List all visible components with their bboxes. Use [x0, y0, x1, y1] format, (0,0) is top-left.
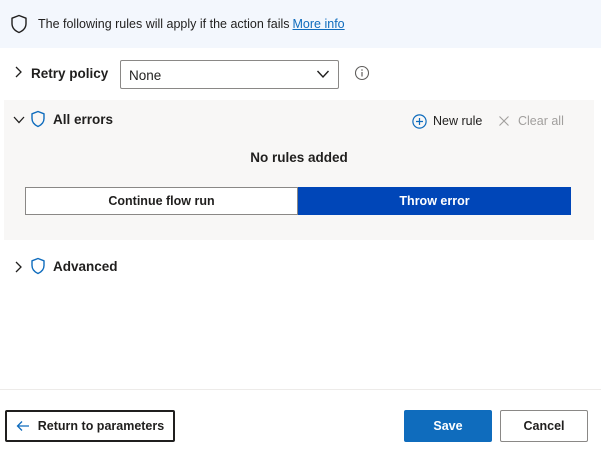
shield-icon: [31, 257, 45, 275]
footer-divider: [0, 389, 601, 390]
add-circle-icon: [412, 113, 427, 129]
new-rule-label: New rule: [433, 114, 483, 128]
retry-policy-value: None: [129, 68, 162, 83]
retry-policy-label: Retry policy: [31, 66, 109, 81]
error-action-toggle: Continue flow run Throw error: [25, 187, 571, 215]
all-errors-panel: All errors New rule Clear all No rules a…: [4, 100, 594, 240]
arrow-left-icon: [16, 421, 29, 431]
more-info-link[interactable]: More info: [293, 17, 345, 31]
info-bar: The following rules will apply if the ac…: [0, 0, 601, 48]
close-icon: [499, 116, 509, 126]
all-errors-title: All errors: [53, 112, 114, 127]
clear-all-label: Clear all: [518, 114, 564, 128]
return-to-parameters-button[interactable]: Return to parameters: [5, 410, 175, 442]
shield-icon: [31, 110, 45, 128]
new-rule-button[interactable]: New rule: [412, 112, 482, 130]
advanced-row: Advanced: [0, 256, 601, 278]
info-message: The following rules will apply if the ac…: [38, 17, 290, 31]
info-text: The following rules will apply if the ac…: [38, 17, 345, 31]
return-label: Return to parameters: [37, 419, 165, 433]
throw-error-option[interactable]: Throw error: [298, 187, 571, 215]
clear-all-button[interactable]: Clear all: [498, 112, 564, 130]
chevron-down-icon: [316, 70, 330, 79]
info-icon[interactable]: [354, 65, 370, 81]
cancel-button[interactable]: Cancel: [500, 410, 588, 442]
save-button[interactable]: Save: [404, 410, 492, 442]
chevron-right-icon[interactable]: [12, 65, 24, 79]
continue-flow-run-option[interactable]: Continue flow run: [25, 187, 298, 215]
shield-icon: [11, 14, 27, 34]
retry-policy-select[interactable]: None: [120, 60, 339, 89]
chevron-right-icon[interactable]: [12, 260, 24, 274]
chevron-down-icon[interactable]: [12, 114, 26, 126]
advanced-label: Advanced: [53, 259, 118, 274]
empty-state-text: No rules added: [250, 150, 348, 165]
retry-policy-row: Retry policy None: [0, 58, 601, 90]
